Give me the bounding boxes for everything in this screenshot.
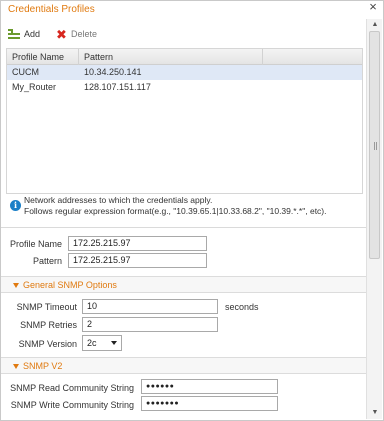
- title-bar: Credentials Profiles ×: [1, 0, 383, 19]
- column-header-profile-name[interactable]: Profile Name: [7, 49, 79, 65]
- scroll-down-icon[interactable]: ▼: [367, 407, 383, 419]
- snmp-write-community-label: SNMP Write Community String: [10, 400, 134, 410]
- vertical-scrollbar[interactable]: ▲ ▼: [366, 19, 382, 419]
- info-text-line-2: Follows regular expression format(e.g., …: [24, 206, 327, 216]
- snmp-timeout-label: SNMP Timeout: [16, 302, 77, 312]
- profile-name-label: Profile Name: [9, 239, 62, 249]
- table-cell-profile-name: My_Router: [12, 82, 57, 92]
- table-header: Profile Name Pattern: [7, 49, 362, 65]
- table-cell-pattern: 10.34.250.141: [84, 67, 142, 77]
- delete-button[interactable]: ✖ Delete: [56, 26, 97, 42]
- profiles-table: Profile Name Pattern CUCM 10.34.250.141 …: [6, 48, 363, 194]
- scrollbar-thumb[interactable]: [369, 31, 380, 259]
- add-button-label: Add: [24, 29, 41, 39]
- snmp-version-label: SNMP Version: [18, 339, 77, 349]
- chevron-down-icon: [13, 283, 19, 288]
- scroll-up-icon[interactable]: ▲: [367, 19, 383, 31]
- profile-name-field[interactable]: 172.25.215.97: [68, 236, 207, 251]
- divider: [1, 227, 366, 228]
- pattern-field[interactable]: 172.25.215.97: [68, 253, 207, 268]
- snmp-timeout-field[interactable]: 10: [82, 299, 218, 314]
- info-text-line-1: Network addresses to which the credentia…: [24, 195, 213, 205]
- general-snmp-section-header[interactable]: General SNMP Options: [1, 276, 366, 293]
- dialog-title: Credentials Profiles: [8, 4, 95, 15]
- delete-button-label: Delete: [71, 29, 98, 39]
- dialog-content: Add ✖ Delete Profile Name Pattern CUCM 1…: [1, 19, 366, 421]
- snmp-v2-section-header[interactable]: SNMP V2: [1, 357, 366, 374]
- snmp-write-community-field[interactable]: ●●●●●●●: [141, 396, 278, 411]
- delete-x-icon: ✖: [56, 26, 67, 42]
- snmp-read-community-label: SNMP Read Community String: [10, 383, 134, 393]
- add-list-icon: [8, 29, 20, 39]
- add-button[interactable]: Add: [8, 26, 40, 42]
- table-row[interactable]: CUCM 10.34.250.141: [7, 65, 362, 80]
- credentials-profiles-dialog: Credentials Profiles × Add ✖ Delete Prof…: [0, 0, 384, 421]
- pattern-label: Pattern: [32, 256, 62, 266]
- snmp-retries-field[interactable]: 2: [82, 317, 218, 332]
- snmp-version-value: 2c: [87, 338, 97, 348]
- info-icon: i: [10, 200, 21, 211]
- snmp-read-community-field[interactable]: ●●●●●●: [141, 379, 278, 394]
- timeout-unit: seconds: [225, 302, 259, 312]
- column-header-pattern[interactable]: Pattern: [79, 49, 263, 65]
- close-icon[interactable]: ×: [367, 0, 379, 13]
- snmp-retries-label: SNMP Retries: [20, 320, 77, 330]
- grip-icon: [374, 142, 377, 150]
- info-note: i Network addresses to which the credent…: [9, 194, 365, 224]
- dropdown-arrow-icon: [111, 341, 117, 345]
- section-title: SNMP V2: [23, 361, 63, 371]
- snmp-version-select[interactable]: 2c: [82, 335, 122, 351]
- section-title: General SNMP Options: [23, 280, 117, 290]
- table-cell-pattern: 128.107.151.117: [84, 82, 151, 92]
- chevron-down-icon: [13, 364, 19, 369]
- table-cell-profile-name: CUCM: [12, 67, 39, 77]
- table-row[interactable]: My_Router 128.107.151.117: [7, 80, 362, 95]
